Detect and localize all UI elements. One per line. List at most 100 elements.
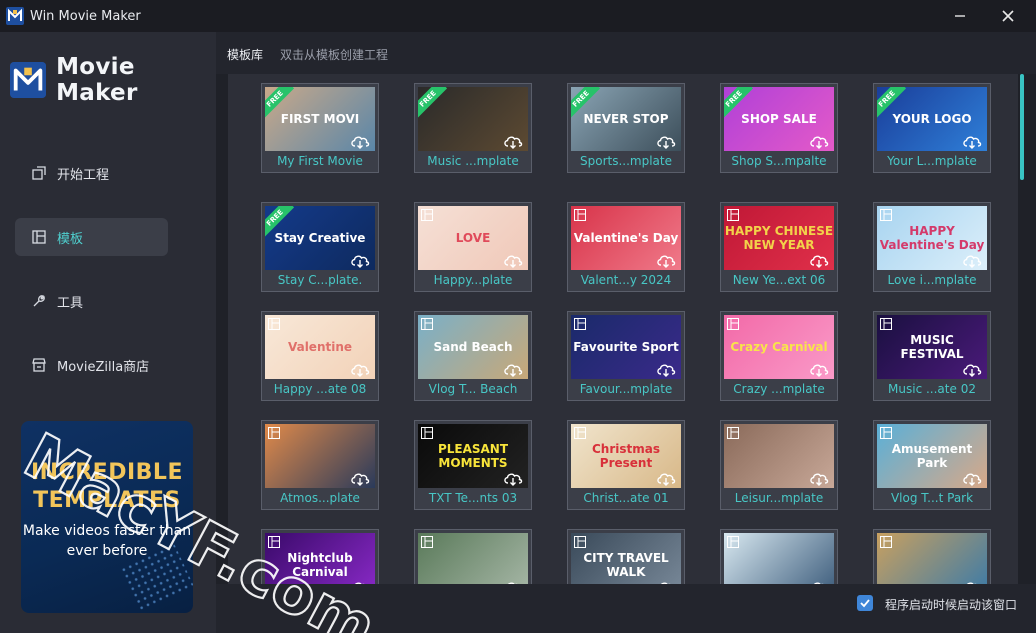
template-label: My First Movie: [277, 154, 363, 168]
main-header: 模板库 双击从模板创建工程: [216, 32, 1036, 74]
cloud-download-icon[interactable]: [655, 133, 677, 149]
cloud-download-icon[interactable]: [808, 470, 830, 486]
sidebar-item-tools[interactable]: 工具: [15, 282, 168, 320]
template-card[interactable]: NEVER STOP FREE Sports...mplate: [567, 83, 685, 173]
template-label: Music ...ate 02: [888, 382, 976, 396]
template-card[interactable]: Sand Beach Vlog T... Beach: [414, 311, 532, 401]
cloud-download-icon[interactable]: [961, 252, 983, 268]
template-card[interactable]: Favourite Sport Favour...mplate: [567, 311, 685, 401]
template-card[interactable]: YOUR LOGO FREE Your L...mplate: [873, 83, 991, 173]
template-card[interactable]: Crazy Carnival Crazy ...mplate: [720, 311, 838, 401]
cloud-download-icon[interactable]: [349, 361, 371, 377]
template-thumbnail: MUSIC FESTIVAL: [877, 315, 987, 379]
template-card[interactable]: Atmos...plate: [261, 420, 379, 510]
cloud-download-icon[interactable]: [808, 252, 830, 268]
template-type-icon: [268, 318, 280, 330]
promo-headline: INCREDIBLE TEMPLATES: [31, 460, 183, 513]
startup-checkbox[interactable]: [857, 595, 873, 611]
template-type-icon: [880, 427, 892, 439]
cloud-download-icon[interactable]: [349, 252, 371, 268]
vertical-scrollbar[interactable]: [1019, 74, 1025, 584]
template-card[interactable]: PLEASANT MOMENTS TXT Te...nts 03: [414, 420, 532, 510]
template-thumbnail: YOUR LOGO FREE: [877, 87, 987, 151]
template-card[interactable]: Amusement Park Vlog T...t Park: [873, 420, 991, 510]
template-label: Happy ...ate 08: [273, 382, 367, 396]
brand-name: Movie Maker: [56, 54, 138, 106]
template-card[interactable]: Stay Creative FREE Stay C...plate.: [261, 202, 379, 292]
template-card[interactable]: Valentine's Day Valent...y 2024: [567, 202, 685, 292]
window-title: Win Movie Maker: [30, 8, 141, 24]
template-thumbnail: Amusement Park: [877, 424, 987, 488]
template-card[interactable]: HAPPY Valentine's Day Love i...mplate: [873, 202, 991, 292]
template-label: TXT Te...nts 03: [428, 491, 518, 505]
breadcrumb-current: 模板库: [227, 48, 264, 62]
cloud-download-icon[interactable]: [961, 470, 983, 486]
template-type-icon: [421, 536, 433, 548]
thumbnail-text: Nightclub Carnival: [287, 551, 353, 579]
cloud-download-icon[interactable]: [502, 470, 524, 486]
template-thumbnail: [877, 533, 987, 584]
template-card[interactable]: Valentine Happy ...ate 08: [261, 311, 379, 401]
cloud-download-icon[interactable]: [655, 470, 677, 486]
template-type-icon: [268, 536, 280, 548]
template-card[interactable]: Nightclub Carnival: [261, 529, 379, 584]
sidebar-item-label: 模板: [57, 231, 84, 247]
template-label: Vlog T...t Park: [890, 491, 974, 505]
template-type-icon: [727, 209, 739, 221]
template-card[interactable]: HAPPY CHINESE NEW YEAR New Ye...ext 06: [720, 202, 838, 292]
template-card[interactable]: CITY TRAVEL WALK: [567, 529, 685, 584]
template-thumbnail: FREE: [418, 87, 528, 151]
cloud-download-icon[interactable]: [349, 470, 371, 486]
template-thumbnail: FIRST MOVI FREE: [265, 87, 375, 151]
free-badge: FREE: [418, 87, 448, 119]
template-label: Christ...ate 01: [583, 491, 669, 505]
template-thumbnail: Stay Creative FREE: [265, 206, 375, 270]
template-card[interactable]: [414, 529, 532, 584]
template-label: Vlog T... Beach: [428, 382, 518, 396]
cloud-download-icon[interactable]: [808, 133, 830, 149]
template-label: Sports...mplate: [580, 154, 672, 168]
template-thumbnail: PLEASANT MOMENTS: [418, 424, 528, 488]
cloud-download-icon[interactable]: [808, 361, 830, 377]
template-card[interactable]: FREE Music ...mplate: [414, 83, 532, 173]
template-card[interactable]: LOVE Happy...plate: [414, 202, 532, 292]
template-type-icon: [421, 427, 433, 439]
template-thumbnail: [724, 424, 834, 488]
sidebar-item-label: MovieZilla商店: [57, 359, 150, 375]
template-card[interactable]: Leisur...mplate: [720, 420, 838, 510]
template-type-icon: [727, 427, 739, 439]
template-card[interactable]: [873, 529, 991, 584]
template-type-icon: [421, 209, 433, 221]
check-icon: [860, 599, 870, 608]
app-logo-icon: [6, 7, 24, 25]
template-thumbnail: Valentine: [265, 315, 375, 379]
sidebar-item-label: 工具: [57, 295, 84, 311]
template-label: New Ye...ext 06: [732, 273, 826, 287]
template-type-icon: [574, 536, 586, 548]
template-card[interactable]: [720, 529, 838, 584]
cloud-download-icon[interactable]: [961, 361, 983, 377]
sidebar-item-new-project[interactable]: 开始工程: [15, 154, 168, 192]
template-label: Stay C...plate.: [277, 273, 363, 287]
title-bar: Win Movie Maker: [0, 0, 1036, 32]
template-card[interactable]: FIRST MOVI FREE My First Movie: [261, 83, 379, 173]
template-label: Love i...mplate: [887, 273, 977, 287]
cloud-download-icon[interactable]: [349, 133, 371, 149]
template-card[interactable]: SHOP SALE FREE Shop S...mpalte: [720, 83, 838, 173]
cloud-download-icon[interactable]: [961, 133, 983, 149]
brand-logo-icon: [10, 61, 47, 99]
cloud-download-icon[interactable]: [502, 361, 524, 377]
scrollbar-thumb[interactable]: [1020, 74, 1024, 180]
close-button[interactable]: [988, 0, 1028, 32]
sidebar-item-templates[interactable]: 模板: [15, 218, 168, 256]
cloud-download-icon[interactable]: [502, 133, 524, 149]
cloud-download-icon[interactable]: [502, 252, 524, 268]
cloud-download-icon[interactable]: [655, 252, 677, 268]
minimize-button[interactable]: [940, 0, 980, 32]
template-thumbnail: Sand Beach: [418, 315, 528, 379]
sidebar-item-store[interactable]: MovieZilla商店: [15, 346, 168, 384]
promo-banner[interactable]: INCREDIBLE TEMPLATES Make videos faster …: [21, 421, 193, 613]
template-card[interactable]: MUSIC FESTIVAL Music ...ate 02: [873, 311, 991, 401]
cloud-download-icon[interactable]: [655, 361, 677, 377]
template-card[interactable]: Christmas Present Christ...ate 01: [567, 420, 685, 510]
